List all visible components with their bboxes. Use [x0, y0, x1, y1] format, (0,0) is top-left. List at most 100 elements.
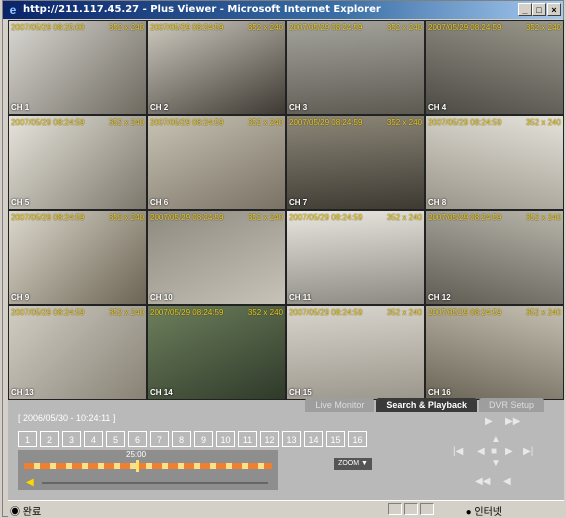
channel-button-7[interactable]: 7	[150, 431, 169, 447]
channel-button-1[interactable]: 1	[18, 431, 37, 447]
camera-tile[interactable]: 2007/05/29 08:24:59 352 x 240 CH 5	[8, 115, 147, 210]
camera-timestamp: 2007/05/29 08:24:59	[428, 213, 502, 222]
camera-resolution: 352 x 240	[108, 23, 144, 32]
channel-button-2[interactable]: 2	[40, 431, 59, 447]
camera-channel-label: CH 8	[428, 198, 447, 207]
status-pane	[404, 503, 418, 515]
camera-tile[interactable]: 2007/05/29 08:24:59 352 x 240 CH 16	[425, 305, 564, 400]
timeline-bar[interactable]	[24, 463, 272, 469]
channel-button-12[interactable]: 12	[260, 431, 279, 447]
maximize-button[interactable]: □	[532, 3, 546, 16]
camera-timestamp: 2007/05/29 08:24:59	[289, 23, 363, 32]
status-zone: ● 인터넷	[465, 507, 502, 518]
camera-resolution: 352 x 240	[108, 118, 144, 127]
camera-resolution: 352 x 240	[386, 213, 422, 222]
camera-resolution: 352 x 240	[247, 308, 283, 317]
channel-button-13[interactable]: 13	[282, 431, 301, 447]
camera-tile[interactable]: 2007/05/29 08:24:59 352 x 240 CH 15	[286, 305, 425, 400]
camera-tile[interactable]: 2007/05/29 08:24:59 352 x 240 CH 3	[286, 20, 425, 115]
camera-channel-label: CH 13	[11, 388, 34, 397]
camera-tile[interactable]: 2007/05/29 08:24:59 352 x 240 CH 4	[425, 20, 564, 115]
camera-tile[interactable]: 2007/05/29 08:24:59 352 x 240 CH 7	[286, 115, 425, 210]
playback-datetime: [ 2006/05/30 - 10:24:11 ]	[18, 413, 116, 423]
pan-right-icon[interactable]: ▶	[505, 446, 513, 457]
channel-button-15[interactable]: 15	[326, 431, 345, 447]
camera-channel-label: CH 12	[428, 293, 451, 302]
camera-timestamp: 2007/05/29 08:24:59	[428, 23, 502, 32]
fast-forward-icon[interactable]: ▶▶	[505, 416, 520, 427]
camera-tile[interactable]: 2007/05/29 08:24:59 352 x 240 CH 13	[8, 305, 147, 400]
camera-grid: 2007/05/29 08:25:00 352 x 240 CH 1 2007/05/…	[8, 20, 564, 400]
stop-icon[interactable]: ■	[491, 446, 497, 457]
channel-button-3[interactable]: 3	[62, 431, 81, 447]
tab-live-monitor[interactable]: Live Monitor	[305, 398, 375, 412]
zoom-dropdown[interactable]: ZOOM ▼	[334, 458, 372, 470]
camera-tile[interactable]: 2007/05/29 08:24:59 352 x 240 CH 14	[147, 305, 286, 400]
status-done: ◉ 완료	[10, 507, 42, 518]
timeline-time-label: 25:00	[126, 450, 147, 459]
channel-button-8[interactable]: 8	[172, 431, 191, 447]
camera-channel-label: CH 1	[11, 103, 30, 112]
pan-up-icon[interactable]: ▲	[491, 434, 501, 445]
channel-buttons: 1 2 3 4 5 6 7 8 9 10 11 12 13 14 15 16	[18, 431, 367, 447]
zone-text: 인터넷	[474, 507, 502, 518]
camera-tile[interactable]: 2007/05/29 08:24:59 352 x 240 CH 11	[286, 210, 425, 305]
play-icon[interactable]: ▶	[485, 416, 493, 427]
channel-button-11[interactable]: 11	[238, 431, 257, 447]
camera-tile[interactable]: 2007/05/29 08:25:00 352 x 240 CH 1	[8, 20, 147, 115]
camera-resolution: 352 x 240	[386, 308, 422, 317]
pan-down-icon[interactable]: ▼	[491, 458, 501, 469]
camera-timestamp: 2007/05/29 08:24:59	[11, 308, 85, 317]
step-back-icon[interactable]: |◀	[453, 446, 463, 457]
tab-dvr-setup[interactable]: DVR Setup	[478, 398, 544, 412]
camera-resolution: 352 x 240	[386, 23, 422, 32]
minimize-button[interactable]: _	[518, 3, 532, 16]
camera-channel-label: CH 14	[150, 388, 173, 397]
status-bar: ◉ 완료 ● 인터넷	[8, 500, 564, 518]
camera-timestamp: 2007/05/29 08:24:59	[11, 118, 85, 127]
camera-tile[interactable]: 2007/05/29 08:24:59 352 x 240 CH 8	[425, 115, 564, 210]
tab-search-playback[interactable]: Search & Playback	[376, 398, 477, 412]
camera-channel-label: CH 7	[289, 198, 308, 207]
camera-timestamp: 2007/05/29 08:24:59	[150, 23, 224, 32]
close-button[interactable]: ×	[547, 3, 561, 16]
status-pane	[420, 503, 434, 515]
camera-resolution: 352 x 240	[247, 213, 283, 222]
channel-button-5[interactable]: 5	[106, 431, 125, 447]
channel-button-10[interactable]: 10	[216, 431, 235, 447]
speaker-icon[interactable]: ◀	[26, 477, 34, 488]
pan-left-icon[interactable]: ◀	[477, 446, 485, 457]
camera-channel-label: CH 5	[11, 198, 30, 207]
channel-button-4[interactable]: 4	[84, 431, 103, 447]
timeline-marker[interactable]	[136, 460, 139, 472]
control-panel: Live Monitor Search & Playback DVR Setup…	[8, 398, 564, 500]
camera-channel-label: CH 3	[289, 103, 308, 112]
camera-resolution: 352 x 240	[525, 23, 561, 32]
camera-tile[interactable]: 2007/05/29 08:24:59 352 x 240 CH 12	[425, 210, 564, 305]
camera-channel-label: CH 15	[289, 388, 312, 397]
reverse-play-icon[interactable]: ◀	[503, 476, 511, 487]
volume-slider[interactable]	[42, 482, 268, 484]
camera-tile[interactable]: 2007/05/29 08:24:59 352 x 240 CH 9	[8, 210, 147, 305]
camera-resolution: 352 x 240	[525, 308, 561, 317]
camera-timestamp: 2007/05/29 08:24:59	[289, 308, 363, 317]
camera-timestamp: 2007/05/29 08:24:59	[11, 213, 85, 222]
camera-channel-label: CH 16	[428, 388, 451, 397]
camera-tile[interactable]: 2007/05/29 08:24:59 352 x 240 CH 6	[147, 115, 286, 210]
rewind-icon[interactable]: ◀◀	[475, 476, 490, 487]
channel-button-6[interactable]: 6	[128, 431, 147, 447]
camera-resolution: 352 x 240	[247, 118, 283, 127]
camera-timestamp: 2007/05/29 08:24:59	[150, 213, 224, 222]
step-forward-icon[interactable]: ▶|	[523, 446, 533, 457]
channel-button-9[interactable]: 9	[194, 431, 213, 447]
camera-timestamp: 2007/05/29 08:24:59	[289, 118, 363, 127]
channel-button-16[interactable]: 16	[348, 431, 367, 447]
camera-tile[interactable]: 2007/05/29 08:24:59 352 x 240 CH 2	[147, 20, 286, 115]
camera-timestamp: 2007/05/29 08:25:00	[11, 23, 85, 32]
camera-channel-label: CH 11	[289, 293, 312, 302]
status-pane	[388, 503, 402, 515]
camera-timestamp: 2007/05/29 08:24:59	[428, 308, 502, 317]
timeline-panel: 25:00 ◀	[18, 450, 278, 490]
channel-button-14[interactable]: 14	[304, 431, 323, 447]
camera-tile[interactable]: 2007/05/29 08:24:59 352 x 240 CH 10	[147, 210, 286, 305]
